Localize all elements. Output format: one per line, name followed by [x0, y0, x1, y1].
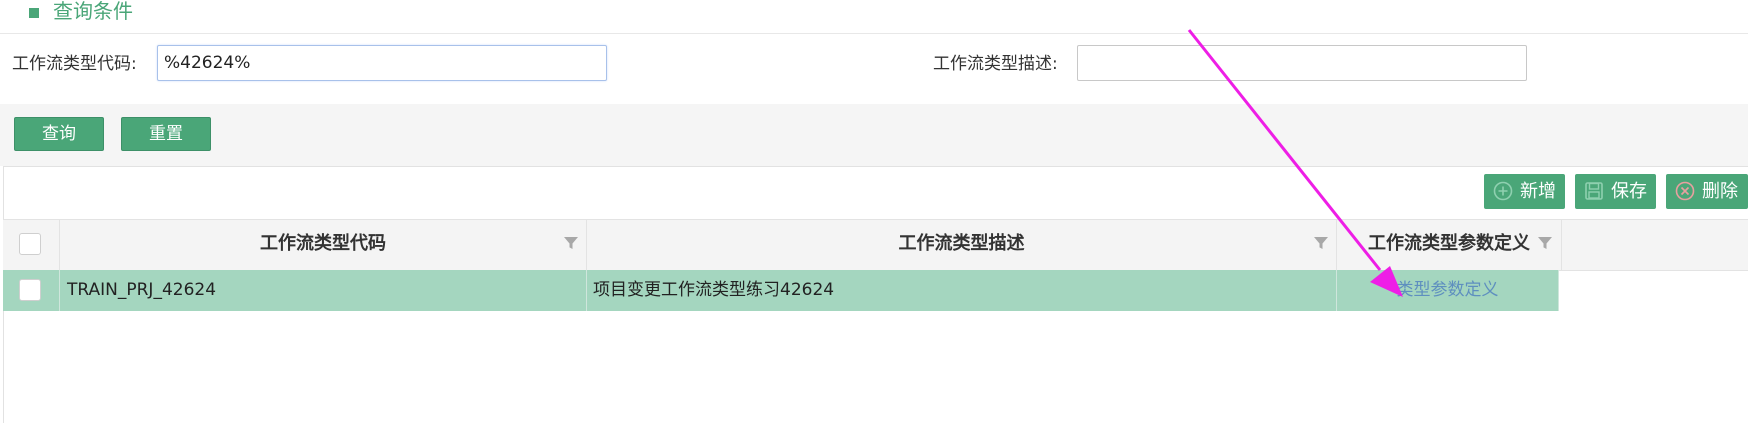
save-button[interactable]: 保存	[1575, 174, 1656, 209]
query-button-bar: 查询 重置	[0, 104, 1748, 166]
filter-icon[interactable]	[1313, 235, 1329, 251]
workflow-type-desc-label: 工作流类型描述:	[933, 54, 1058, 74]
row-checkbox[interactable]	[19, 279, 41, 301]
select-all-checkbox[interactable]	[19, 233, 41, 255]
save-button-label: 保存	[1611, 181, 1647, 202]
column-header-description[interactable]: 工作流类型描述	[587, 220, 1337, 270]
query-section-header: 查询条件	[0, 0, 1748, 34]
filter-icon[interactable]	[563, 235, 579, 251]
delete-button[interactable]: 删除	[1666, 174, 1748, 209]
workflow-type-code-label: 工作流类型代码:	[12, 54, 137, 74]
column-header-param-definition[interactable]: 工作流类型参数定义	[1337, 220, 1562, 270]
table-row[interactable]: TRAIN_PRJ_42624 项目变更工作流类型练习42624 类型参数定义	[3, 270, 1559, 311]
add-button-label: 新增	[1520, 181, 1556, 202]
cell-code: TRAIN_PRJ_42624	[60, 270, 587, 311]
filter-icon[interactable]	[1537, 235, 1553, 251]
workflow-type-desc-input[interactable]	[1077, 45, 1527, 81]
add-icon	[1493, 181, 1513, 201]
section-title: 查询条件	[53, 0, 133, 23]
delete-icon	[1675, 181, 1695, 201]
cell-description: 项目变更工作流类型练习42624	[587, 270, 1337, 311]
column-header-param-definition-label: 工作流类型参数定义	[1368, 233, 1530, 254]
column-header-description-label: 工作流类型描述	[898, 233, 1025, 254]
add-button[interactable]: 新增	[1484, 174, 1565, 209]
column-header-code[interactable]: 工作流类型代码	[60, 220, 587, 270]
param-definition-link[interactable]: 类型参数定义	[1337, 270, 1559, 311]
table-header: 工作流类型代码 工作流类型描述 工作流类型参数定义	[3, 219, 1748, 271]
query-button[interactable]: 查询	[14, 117, 104, 151]
delete-button-label: 删除	[1702, 181, 1738, 202]
column-header-code-label: 工作流类型代码	[260, 233, 386, 254]
workflow-type-code-input[interactable]	[157, 45, 607, 81]
select-all-cell	[3, 220, 60, 270]
reset-button[interactable]: 重置	[121, 117, 211, 151]
section-bullet-icon	[29, 8, 39, 18]
save-icon	[1585, 182, 1603, 200]
row-select-cell	[3, 270, 60, 311]
